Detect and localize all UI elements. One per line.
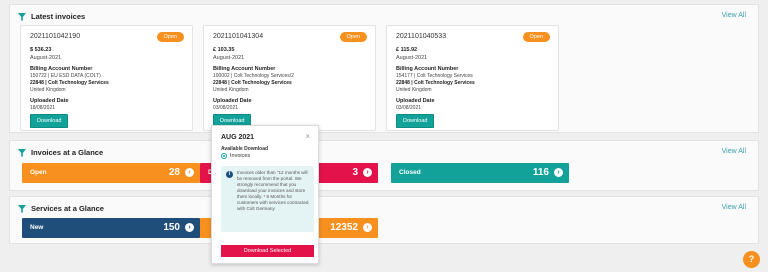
closed-invoices-tile[interactable]: Closed 116 › <box>391 163 569 183</box>
billing-account-label: Billing Account Number <box>213 66 276 72</box>
filter-icon[interactable] <box>18 12 26 21</box>
filter-icon[interactable] <box>18 204 26 213</box>
download-button[interactable]: Download <box>30 114 69 128</box>
arrow-right-icon: › <box>185 168 194 177</box>
billing-account-label: Billing Account Number <box>30 66 93 72</box>
uploaded-date-value: 18/08/2021 <box>30 105 56 111</box>
arrow-right-icon: › <box>363 168 372 177</box>
invoice-card: 2021101041304 Open £ 103.35 August-2021 … <box>203 25 376 131</box>
available-download-label: Available Download <box>221 146 269 152</box>
help-button[interactable]: ? <box>743 251 760 268</box>
company-value: 22848 | Colt Technology Services <box>30 80 109 86</box>
company-value: 22848 | Colt Technology Services <box>396 80 475 86</box>
arrow-right-icon: › <box>363 223 372 232</box>
invoice-number: 2021101040533 <box>396 33 447 40</box>
invoice-number: 2021101042190 <box>30 33 81 40</box>
billing-account-value: 100002 | Colt Technology Services/2 <box>213 73 294 79</box>
invoices-glance-header: Invoices at a Glance <box>18 148 103 157</box>
invoice-amount: £ 103.35 <box>213 47 235 53</box>
company-value: 22848 | Colt Technology Services <box>213 80 292 86</box>
arrow-right-icon: › <box>554 168 563 177</box>
invoices-radio[interactable] <box>221 153 227 159</box>
tile-count: 3 <box>352 167 358 178</box>
new-services-tile[interactable]: New 150 › <box>22 218 200 238</box>
tile-count: 28 <box>168 167 180 178</box>
invoice-month: August-2021 <box>30 55 62 61</box>
latest-invoices-header: Latest invoices <box>18 12 85 21</box>
download-selected-button[interactable]: Download Selected <box>221 245 314 257</box>
filter-icon[interactable] <box>18 148 26 157</box>
billing-account-label: Billing Account Number <box>396 66 459 72</box>
tile-count: 12352 <box>330 222 358 233</box>
invoice-card: 2021101040533 Open £ 115.92 August-2021 … <box>386 25 559 131</box>
status-badge: Open <box>339 32 367 42</box>
services-glance-header: Services at a Glance <box>18 204 104 213</box>
latest-invoices-title: Latest invoices <box>31 12 86 21</box>
services-glance-view-all-link[interactable]: View All <box>722 204 746 211</box>
invoice-month: August-2021 <box>213 55 245 61</box>
uploaded-date-label: Uploaded Date <box>213 98 252 104</box>
uploaded-date-label: Uploaded Date <box>30 98 69 104</box>
uploaded-date-value: 03/08/2021 <box>213 105 239 111</box>
invoice-amount: £ 115.92 <box>396 47 418 53</box>
download-popup: AUG 2021 × Available Download Invoices i… <box>211 125 319 264</box>
invoice-card: 2021101042190 Open $ 536.23 August-2021 … <box>20 25 193 131</box>
invoice-number: 2021101041304 <box>213 33 264 40</box>
country-value: United Kingdom <box>213 87 249 93</box>
close-icon[interactable]: × <box>305 132 310 141</box>
country-value: United Kingdom <box>396 87 432 93</box>
country-value: United Kingdom <box>30 87 66 93</box>
arrow-right-icon: › <box>185 223 194 232</box>
info-icon: i <box>226 171 233 178</box>
invoices-radio-label[interactable]: Invoices <box>230 153 250 159</box>
info-box: i Invoices older than "12 months will be… <box>221 166 314 232</box>
open-invoices-tile[interactable]: Open 28 › <box>22 163 200 183</box>
latest-invoices-view-all-link[interactable]: View All <box>722 12 746 19</box>
status-badge: Open <box>156 32 184 42</box>
info-text: Invoices older than "12 months will be r… <box>237 170 309 211</box>
invoice-month: August-2021 <box>396 55 428 61</box>
tile-count: 116 <box>532 167 549 178</box>
download-button[interactable]: Download <box>396 114 435 128</box>
uploaded-date-value: 03/08/2021 <box>396 105 422 111</box>
invoice-amount: $ 536.23 <box>30 47 52 53</box>
uploaded-date-label: Uploaded Date <box>396 98 435 104</box>
invoices-glance-title: Invoices at a Glance <box>31 148 104 157</box>
latest-invoices-section: Latest invoices View All 2021101042190 O… <box>9 4 759 133</box>
status-badge: Open <box>522 32 550 42</box>
invoices-glance-view-all-link[interactable]: View All <box>722 148 746 155</box>
tile-count: 150 <box>163 222 180 233</box>
tile-label: Open <box>30 169 47 176</box>
invoices-glance-section: Invoices at a Glance View All Open 28 › … <box>9 140 759 191</box>
tile-label: New <box>30 224 44 231</box>
billing-account-value: 150722 | EU ESD DATA (COLT) <box>30 73 101 79</box>
popup-title: AUG 2021 <box>221 134 255 141</box>
services-glance-section: Services at a Glance View All New 150 › … <box>9 196 759 244</box>
services-glance-title: Services at a Glance <box>31 204 104 213</box>
tile-label: Closed <box>399 169 421 176</box>
billing-account-value: 154177 | Colt Technology Services <box>396 73 473 79</box>
